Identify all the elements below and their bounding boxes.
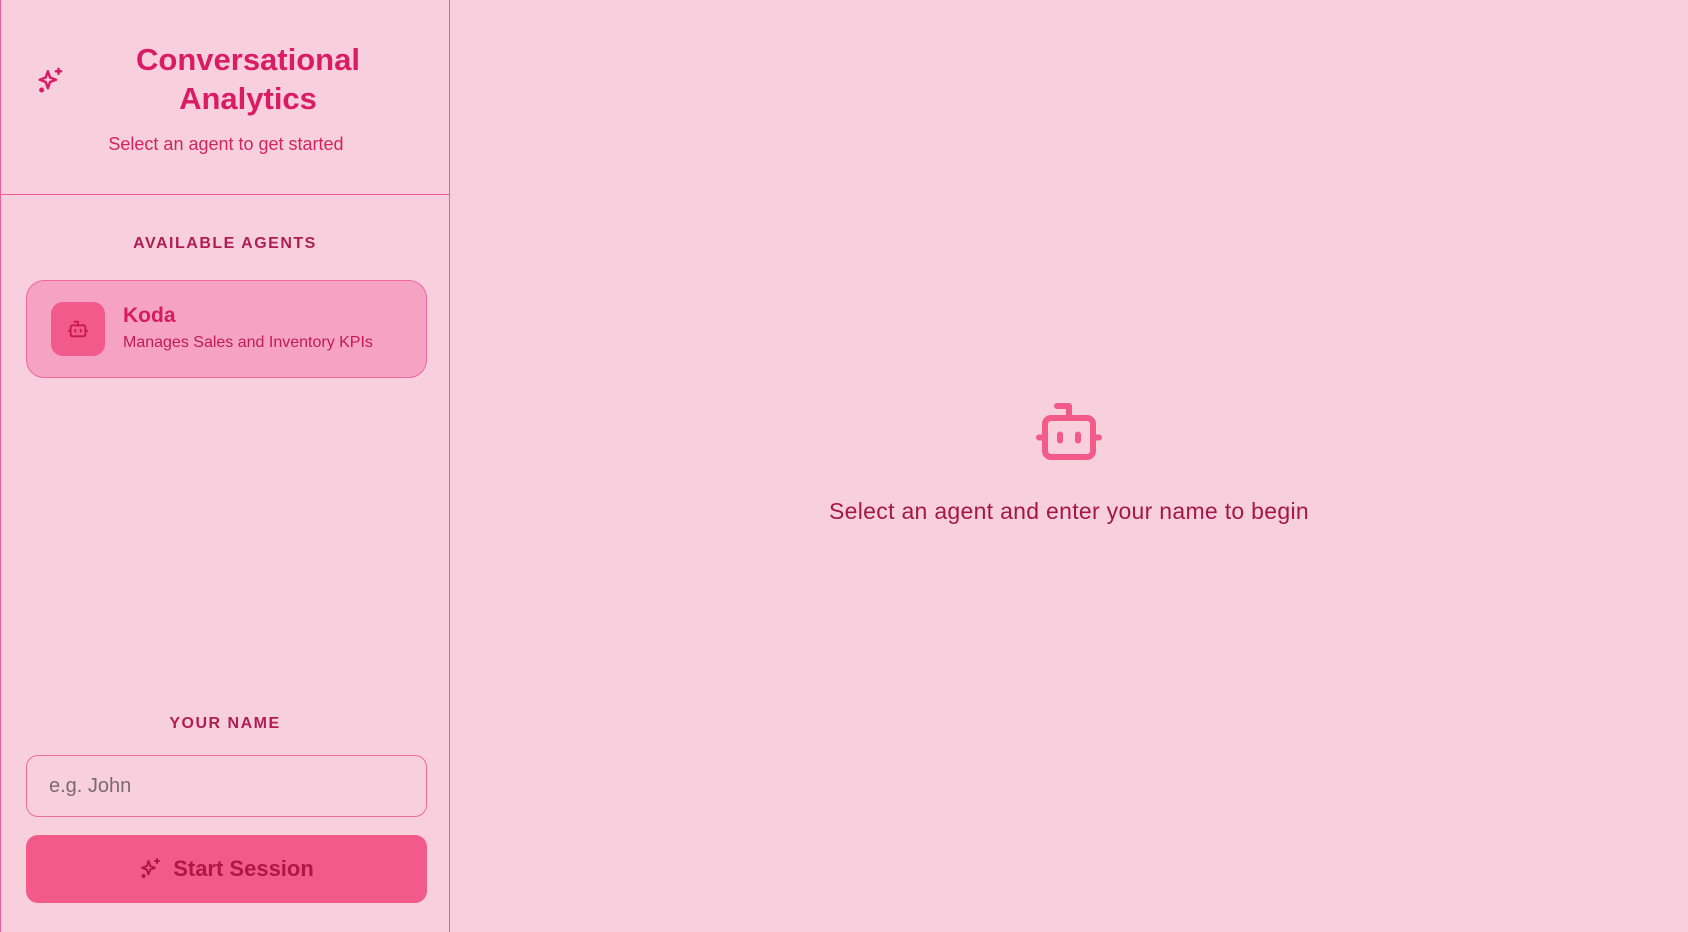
agent-description: Manages Sales and Inventory KPIs — [123, 334, 373, 351]
start-session-label: Start Session — [173, 856, 314, 881]
sparkles-icon — [36, 65, 66, 95]
bot-icon — [450, 400, 1688, 466]
app-window: Conversational Analytics Select an agent… — [0, 0, 1688, 932]
agent-name: Koda — [123, 304, 176, 327]
agent-avatar — [51, 302, 105, 356]
name-input[interactable] — [26, 755, 427, 817]
main-content: Select an agent and enter your name to b… — [450, 0, 1688, 932]
app-title: Conversational Analytics — [136, 42, 360, 116]
agent-card-koda[interactable]: Koda Manages Sales and Inventory KPIs — [26, 280, 427, 378]
empty-state: Select an agent and enter your name to b… — [450, 400, 1688, 525]
available-agents-heading: AVAILABLE AGENTS — [133, 235, 317, 252]
sparkles-icon — [139, 856, 163, 883]
empty-state-message: Select an agent and enter your name to b… — [829, 498, 1309, 524]
sidebar-header: Conversational Analytics Select an agent… — [1, 0, 449, 195]
sidebar: Conversational Analytics Select an agent… — [0, 0, 450, 932]
app-subtitle: Select an agent to get started — [108, 134, 344, 154]
start-session-button[interactable]: Start Session — [26, 835, 427, 903]
your-name-heading: YOUR NAME — [169, 715, 281, 732]
